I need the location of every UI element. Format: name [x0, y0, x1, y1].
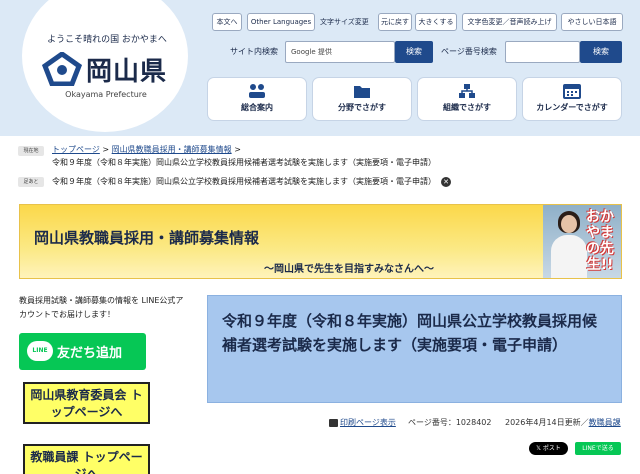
- teacher-photo: おかやまの先生!!: [543, 205, 621, 278]
- breadcrumb-section[interactable]: 岡山県教職員採用・講師募集情報: [112, 145, 232, 154]
- line-intro-text: 教員採用試験・講師募集の情報を LINE公式アカウントでお届けします！: [19, 296, 184, 319]
- line-add-friend-button[interactable]: LINE 友だち追加: [19, 333, 146, 370]
- nav-by-calendar[interactable]: カレンダーでさがす: [522, 77, 622, 121]
- board-of-education-button[interactable]: 岡山県教育委員会 トップページへ: [23, 382, 150, 424]
- update-info: 2026年4月14日更新／教職員課: [505, 417, 621, 428]
- photo-caption: おかやまの先生!!: [586, 209, 614, 273]
- page-number-search-label: ページ番号検索: [441, 47, 497, 56]
- page-number-input[interactable]: [505, 41, 580, 63]
- people-icon: [249, 84, 265, 98]
- font-reset-button[interactable]: 元に戻す: [378, 13, 412, 31]
- photo-body: [551, 235, 587, 278]
- nav-label: 総合案内: [241, 103, 273, 112]
- okayama-emblem-icon: [42, 52, 82, 86]
- site-search-label: サイト内検索: [230, 47, 278, 56]
- page-number: ページ番号：1028402: [408, 418, 492, 427]
- skip-to-content-link[interactable]: 本文へ: [212, 13, 242, 31]
- site-search-button[interactable]: 検索: [395, 41, 433, 63]
- nav-label: 組織でさがす: [443, 103, 491, 112]
- calendar-icon: [563, 84, 581, 99]
- nav-by-organization[interactable]: 組織でさがす: [417, 77, 517, 121]
- line-logo-icon: LINE: [27, 341, 53, 361]
- breadcrumb-separator: >: [102, 145, 110, 154]
- close-icon[interactable]: ✕: [441, 176, 451, 187]
- recruitment-banner[interactable]: 岡山県教職員採用・講師募集情報 ～岡山県で先生を目指すみなさんへ～ おかやまの先…: [19, 204, 622, 279]
- staff-division-button[interactable]: 教職員課 トップページへ: [23, 444, 150, 474]
- page-number-search-button[interactable]: 検索: [580, 41, 622, 63]
- department-link[interactable]: 教職員課: [589, 418, 621, 427]
- folder-icon: [354, 86, 370, 98]
- banner-subtitle: ～岡山県で先生を目指すみなさんへ～: [264, 264, 434, 275]
- print-icon[interactable]: [329, 419, 338, 427]
- footprint-trail: 令和９年度（令和８年実施）岡山県公立学校教員採用候補者選考試験を実施します（実施…: [52, 175, 627, 188]
- line-add-friend-label: 友だち追加: [57, 346, 123, 361]
- updated-date: 2026年4月14日更新／: [505, 418, 589, 427]
- breadcrumb: トップページ > 岡山県教職員採用・講師募集情報 > 令和９年度（令和８年実施）…: [52, 143, 627, 169]
- nav-by-field[interactable]: 分野でさがす: [312, 77, 412, 121]
- logo-english: Okayama Prefecture: [65, 90, 147, 99]
- photo-face: [561, 215, 577, 233]
- logo-tagline: ようこそ晴れの国 おかやまへ: [47, 35, 167, 45]
- page-title-box: 令和９年度（令和８年実施）岡山県公立学校教員採用候補者選考試験を実施します（実施…: [207, 295, 622, 403]
- organization-icon: [459, 84, 475, 98]
- site-search-input[interactable]: Google 提供: [285, 41, 395, 63]
- color-voice-button[interactable]: 文字色変更／音声読み上げ: [462, 13, 557, 31]
- font-size-label: 文字サイズ変更: [320, 18, 369, 26]
- banner-title: 岡山県教職員採用・講師募集情報: [34, 229, 260, 247]
- current-location-tag: 現在地: [18, 146, 44, 156]
- nav-general-info[interactable]: 総合案内: [207, 77, 307, 121]
- logo-name[interactable]: 岡山県: [86, 51, 167, 88]
- breadcrumb-home[interactable]: トップページ: [52, 145, 100, 154]
- page-title: 令和９年度（令和８年実施）岡山県公立学校教員採用候補者選考試験を実施します（実施…: [222, 312, 598, 354]
- font-enlarge-button[interactable]: 大きくする: [415, 13, 457, 31]
- nav-label: 分野でさがす: [338, 103, 386, 112]
- footprint-tag: 足あと: [18, 177, 44, 187]
- x-post-button[interactable]: 𝕏 ポスト: [529, 442, 568, 455]
- print-link[interactable]: 印刷ページ表示: [340, 417, 396, 428]
- easy-japanese-link[interactable]: やさしい日本語: [561, 13, 623, 31]
- line-send-button[interactable]: LINEで送る: [575, 442, 621, 455]
- footprint-link[interactable]: 令和９年度（令和８年実施）岡山県公立学校教員採用候補者選考試験を実施します（実施…: [52, 177, 436, 186]
- breadcrumb-separator: >: [234, 145, 241, 154]
- nav-label: カレンダーでさがす: [536, 103, 608, 112]
- other-languages-link[interactable]: Other Languages: [247, 13, 315, 31]
- breadcrumb-current: 令和９年度（令和８年実施）岡山県公立学校教員採用候補者選考試験を実施します（実施…: [52, 158, 436, 167]
